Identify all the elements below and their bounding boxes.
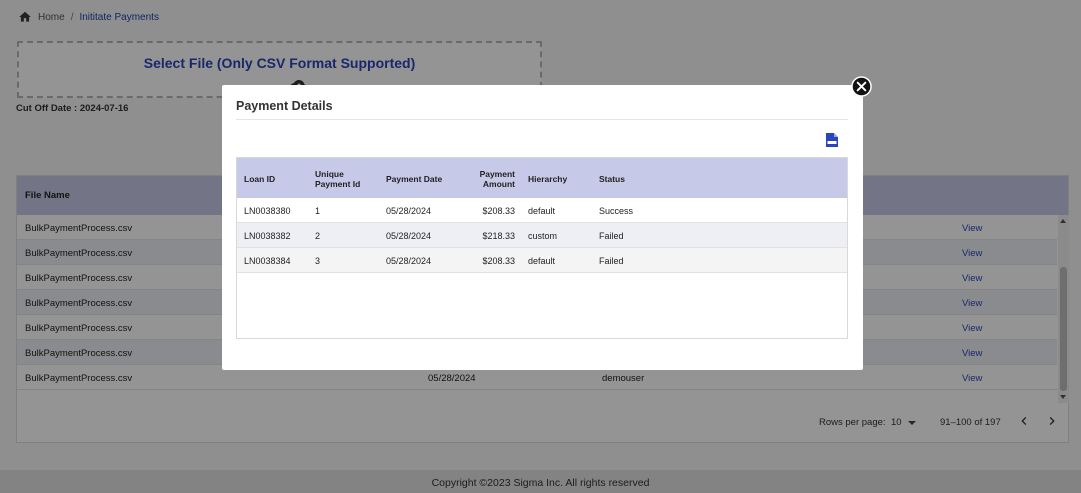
column-header-payment-amount[interactable]: Payment Amount — [470, 169, 515, 189]
column-header-text: Payment Id — [315, 179, 361, 189]
loan-id-cell: LN0038382 — [244, 231, 291, 241]
column-header-text: Payment — [479, 169, 515, 179]
payment-details-table: Loan ID Unique Payment Id Payment Date P… — [236, 157, 848, 339]
status-cell: Success — [599, 206, 634, 216]
modal-title: Payment Details — [236, 99, 333, 113]
column-header-loan-id[interactable]: Loan ID — [244, 174, 275, 184]
unique-payment-id-cell: 3 — [315, 256, 321, 266]
status-cell: Failed — [599, 231, 624, 241]
payment-table-header: Loan ID Unique Payment Id Payment Date P… — [237, 158, 847, 198]
payment-amount-cell: $208.33 — [482, 206, 515, 216]
unique-payment-id-cell: 1 — [315, 206, 321, 216]
column-header-hierarchy[interactable]: Hierarchy — [528, 174, 567, 184]
payment-date-cell: 05/28/2024 — [386, 231, 432, 241]
loan-id-cell: LN0038384 — [244, 256, 291, 266]
payment-date-cell: 05/28/2024 — [386, 206, 432, 216]
payment-date-cell: 05/28/2024 — [386, 256, 432, 266]
hierarchy-cell: default — [528, 256, 556, 266]
loan-id-cell: LN0038380 — [244, 206, 291, 216]
column-header-payment-date[interactable]: Payment Date — [386, 174, 442, 184]
column-header-text: Unique — [315, 169, 344, 179]
table-row: LN0038382 2 05/28/2024 $218.33 custom Fa… — [237, 223, 847, 248]
column-header-unique-payment-id[interactable]: Unique Payment Id — [315, 169, 360, 189]
hierarchy-cell: custom — [528, 231, 558, 241]
unique-payment-id-cell: 2 — [315, 231, 321, 241]
column-header-status[interactable]: Status — [599, 174, 625, 184]
table-row: LN0038380 1 05/28/2024 $208.33 default S… — [237, 198, 847, 223]
payment-amount-cell: $208.33 — [482, 256, 515, 266]
modal-divider — [236, 119, 848, 120]
close-icon[interactable] — [851, 76, 872, 97]
status-cell: Failed — [599, 256, 624, 266]
payment-details-modal: Payment Details Loan ID Unique Payment I… — [222, 85, 863, 370]
payment-amount-cell: $218.33 — [482, 231, 515, 241]
column-header-text: Amount — [482, 179, 515, 189]
csv-download-icon[interactable] — [826, 133, 838, 147]
hierarchy-cell: default — [528, 206, 556, 216]
table-row: LN0038384 3 05/28/2024 $208.33 default F… — [237, 248, 847, 273]
